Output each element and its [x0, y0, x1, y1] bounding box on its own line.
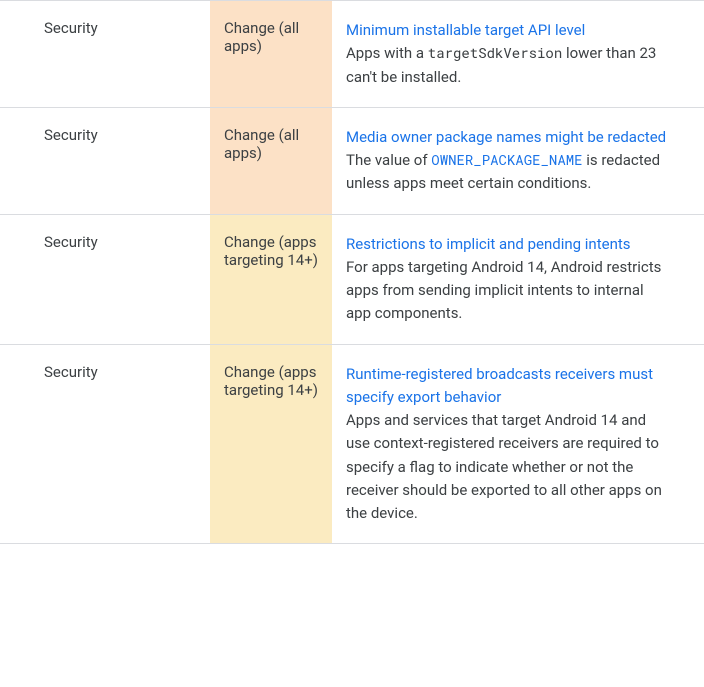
category-cell: Security — [0, 345, 210, 544]
table-row: SecurityChange (all apps)Minimum install… — [0, 0, 704, 107]
change-title-link[interactable]: Runtime-registered broadcasts receivers … — [346, 365, 653, 406]
change-description: Apps with a targetSdkVersion lower than … — [346, 44, 656, 85]
description-cell: Runtime-registered broadcasts receivers … — [332, 345, 704, 544]
change-title-link[interactable]: Minimum installable target API level — [346, 21, 585, 39]
category-cell: Security — [0, 1, 210, 107]
change-type-cell: Change (all apps) — [210, 108, 332, 214]
table-end-divider — [0, 543, 704, 544]
description-cell: Minimum installable target API level Apps… — [332, 1, 704, 107]
table-row: SecurityChange (all apps) Media owner pac… — [0, 107, 704, 214]
description-text-pre: Apps and services that target Android 14… — [346, 411, 662, 522]
change-description: Apps and services that target Android 14… — [346, 411, 662, 522]
change-description: The value of OWNER_PACKAGE_NAME is redac… — [346, 151, 660, 192]
description-text-pre: The value of — [346, 151, 431, 169]
description-cell: Restrictions to implicit and pending int… — [332, 215, 704, 344]
change-title-link[interactable]: Media owner package names might be redac… — [346, 128, 666, 146]
change-description: For apps targeting Android 14, Android r… — [346, 258, 661, 323]
change-type-cell: Change (apps targeting 14+) — [210, 345, 332, 544]
category-cell: Security — [0, 108, 210, 214]
change-title-link[interactable]: Restrictions to implicit and pending int… — [346, 235, 631, 253]
description-text-pre: Apps with a — [346, 44, 428, 62]
description-cell: Media owner package names might be redac… — [332, 108, 704, 214]
description-text-pre: For apps targeting Android 14, Android r… — [346, 258, 661, 323]
category-cell: Security — [0, 215, 210, 344]
change-type-cell: Change (apps targeting 14+) — [210, 215, 332, 344]
code-identifier-link[interactable]: OWNER_PACKAGE_NAME — [431, 150, 582, 169]
change-type-cell: Change (all apps) — [210, 1, 332, 107]
table-row: SecurityChange (apps targeting 14+) Runti… — [0, 344, 704, 544]
changes-table: SecurityChange (all apps)Minimum install… — [0, 0, 704, 544]
code-identifier: targetSdkVersion — [428, 43, 562, 62]
table-row: SecurityChange (apps targeting 14+) Restr… — [0, 214, 704, 344]
